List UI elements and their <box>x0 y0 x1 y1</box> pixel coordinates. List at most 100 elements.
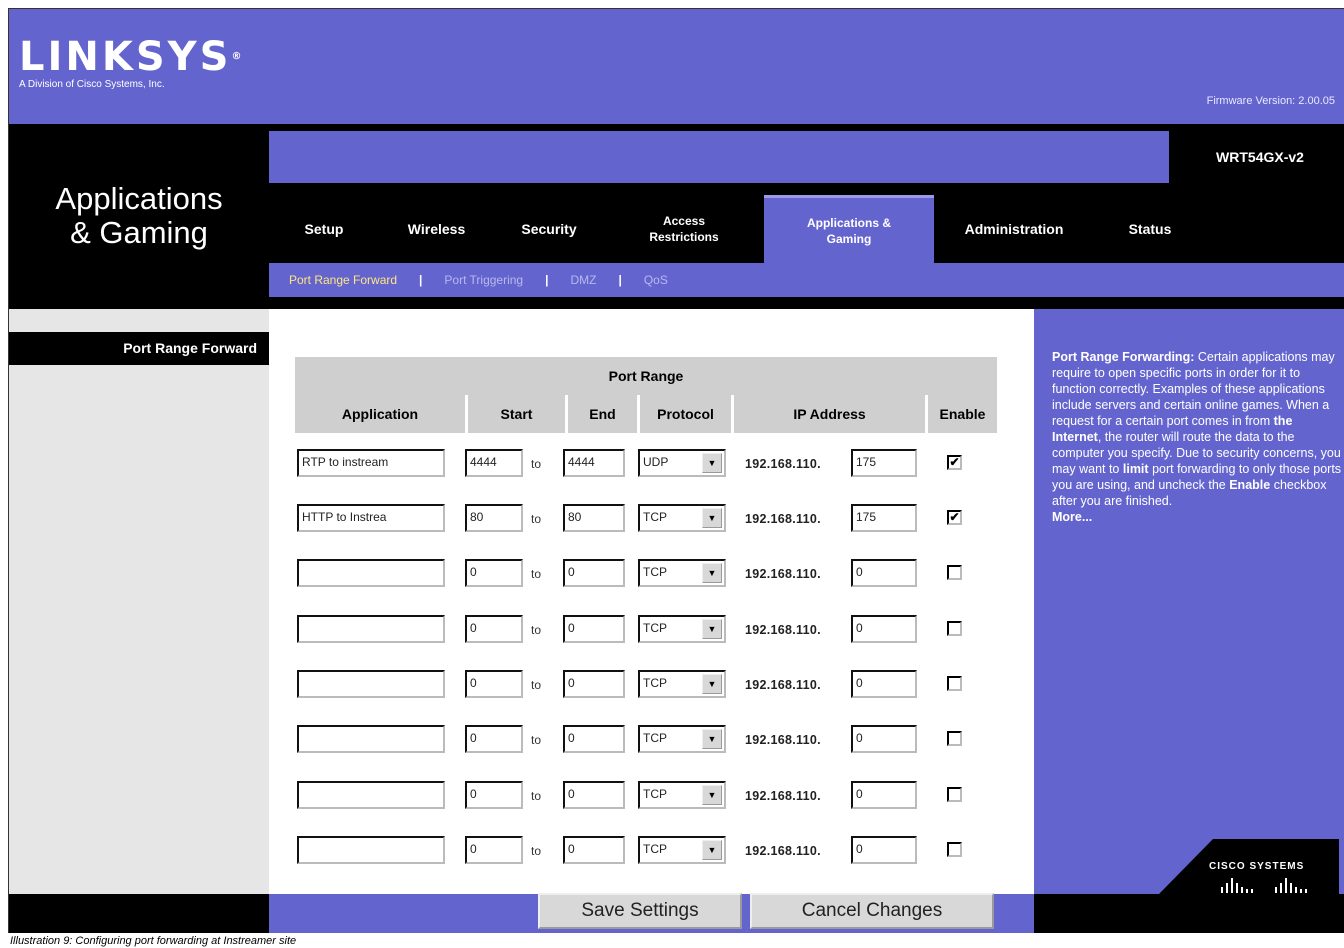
ip-last-octet-input[interactable]: 0 <box>851 781 917 809</box>
end-port-input[interactable]: 80 <box>563 504 625 532</box>
chevron-down-icon[interactable]: ▼ <box>702 674 722 694</box>
protocol-select[interactable]: TCP ▼ <box>638 670 726 698</box>
model-bar <box>269 131 1169 183</box>
ip-prefix: 192.168.110. <box>745 733 821 747</box>
ip-last-octet-input[interactable]: 0 <box>851 559 917 587</box>
enable-checkbox[interactable] <box>947 731 962 746</box>
tab-status[interactable]: Status <box>1094 195 1206 263</box>
protocol-select[interactable]: TCP ▼ <box>638 615 726 643</box>
figure-caption: Illustration 9: Configuring port forward… <box>10 935 297 947</box>
model-name: WRT54GX-v2 <box>1175 131 1344 183</box>
enable-checkbox[interactable] <box>947 565 962 580</box>
end-port-input[interactable]: 0 <box>563 836 625 864</box>
application-name-input[interactable]: HTTP to Instrea <box>297 504 445 532</box>
enable-checkbox[interactable] <box>947 787 962 802</box>
subnav-separator: | <box>618 273 622 287</box>
application-name-input[interactable] <box>297 781 445 809</box>
end-port-input[interactable]: 0 <box>563 615 625 643</box>
enable-checkbox[interactable]: ✔ <box>947 455 962 470</box>
chevron-down-icon[interactable]: ▼ <box>702 729 722 749</box>
enable-checkbox[interactable] <box>947 621 962 636</box>
protocol-select[interactable]: TCP ▼ <box>638 725 726 753</box>
cisco-bridge-icon <box>1221 878 1307 893</box>
ip-prefix: 192.168.110. <box>745 512 821 526</box>
application-name-input[interactable] <box>297 559 445 587</box>
ip-last-octet-input[interactable]: 0 <box>851 615 917 643</box>
chevron-down-icon[interactable]: ▼ <box>702 508 722 528</box>
ip-last-octet-input[interactable]: 0 <box>851 725 917 753</box>
chevron-down-icon[interactable]: ▼ <box>702 563 722 583</box>
top-header: LINKSYS® A Division of Cisco Systems, In… <box>9 9 1344 124</box>
start-port-input[interactable]: 0 <box>465 615 523 643</box>
tab-access-restrictions[interactable]: Access Restrictions <box>604 195 764 263</box>
end-port-input[interactable]: 0 <box>563 670 625 698</box>
ip-last-octet-input[interactable]: 175 <box>851 504 917 532</box>
start-port-input[interactable]: 0 <box>465 836 523 864</box>
protocol-select[interactable]: TCP ▼ <box>638 559 726 587</box>
end-port-input[interactable]: 0 <box>563 725 625 753</box>
to-label: to <box>531 512 542 526</box>
enable-checkbox[interactable] <box>947 676 962 691</box>
main-tabs: Setup Wireless Security Access Restrictio… <box>269 195 1344 263</box>
start-port-input[interactable]: 0 <box>465 725 523 753</box>
col-start: Start <box>465 395 565 433</box>
table-row: 0 to 0 TCP ▼ 192.168.110. 0 <box>295 723 997 759</box>
application-name-input[interactable] <box>297 615 445 643</box>
cancel-changes-button[interactable]: Cancel Changes <box>750 893 994 929</box>
sidebar-heading: Port Range Forward <box>9 332 269 365</box>
to-label: to <box>531 457 542 471</box>
logo-wordmark: LINKSYS <box>19 34 232 80</box>
tab-wireless[interactable]: Wireless <box>379 195 494 263</box>
application-name-input[interactable]: RTP to instream <box>297 449 445 477</box>
table-column-headers: Application Start End Protocol IP Addres… <box>295 395 997 433</box>
start-port-input[interactable]: 0 <box>465 670 523 698</box>
tab-administration[interactable]: Administration <box>934 195 1094 263</box>
col-application: Application <box>295 395 465 433</box>
save-settings-button[interactable]: Save Settings <box>538 893 742 929</box>
subtab-dmz[interactable]: DMZ <box>570 273 596 287</box>
col-end: End <box>565 395 637 433</box>
ip-prefix: 192.168.110. <box>745 457 821 471</box>
table-row: 0 to 0 TCP ▼ 192.168.110. 0 <box>295 668 997 704</box>
ip-last-octet-input[interactable]: 0 <box>851 670 917 698</box>
help-limit: limit <box>1122 462 1149 476</box>
application-name-input[interactable] <box>297 836 445 864</box>
start-port-input[interactable]: 0 <box>465 781 523 809</box>
tab-setup[interactable]: Setup <box>269 195 379 263</box>
protocol-value: TCP <box>643 510 667 524</box>
table-row: 0 to 0 TCP ▼ 192.168.110. 0 <box>295 557 997 593</box>
protocol-select[interactable]: TCP ▼ <box>638 781 726 809</box>
footer-right <box>1034 894 1344 933</box>
application-name-input[interactable] <box>297 725 445 753</box>
col-enable: Enable <box>925 395 997 433</box>
chevron-down-icon[interactable]: ▼ <box>702 453 722 473</box>
protocol-select[interactable]: TCP ▼ <box>638 504 726 532</box>
start-port-input[interactable]: 80 <box>465 504 523 532</box>
application-name-input[interactable] <box>297 670 445 698</box>
tab-security[interactable]: Security <box>494 195 604 263</box>
protocol-select[interactable]: UDP ▼ <box>638 449 726 477</box>
ip-prefix: 192.168.110. <box>745 678 821 692</box>
subtab-port-range-forward[interactable]: Port Range Forward <box>289 273 397 287</box>
chevron-down-icon[interactable]: ▼ <box>702 619 722 639</box>
col-ip-address: IP Address <box>731 395 925 433</box>
subtab-qos[interactable]: QoS <box>644 273 668 287</box>
subtab-port-triggering[interactable]: Port Triggering <box>444 273 523 287</box>
chevron-down-icon[interactable]: ▼ <box>702 785 722 805</box>
end-port-input[interactable]: 4444 <box>563 449 625 477</box>
tab-applications-gaming[interactable]: Applications & Gaming <box>764 195 934 263</box>
chevron-down-icon[interactable]: ▼ <box>702 840 722 860</box>
end-port-input[interactable]: 0 <box>563 559 625 587</box>
ip-last-octet-input[interactable]: 175 <box>851 449 917 477</box>
start-port-input[interactable]: 0 <box>465 559 523 587</box>
enable-checkbox[interactable]: ✔ <box>947 510 962 525</box>
start-port-input[interactable]: 4444 <box>465 449 523 477</box>
table-row: HTTP to Instrea 80 to 80 TCP ▼ 192.168.110. 175… <box>295 502 997 538</box>
protocol-select[interactable]: TCP ▼ <box>638 836 726 864</box>
port-range-table: Port Range Application Start End Protoco… <box>295 357 997 433</box>
more-link[interactable]: More... <box>1052 510 1092 524</box>
end-port-input[interactable]: 0 <box>563 781 625 809</box>
ip-last-octet-input[interactable]: 0 <box>851 836 917 864</box>
logo-subtitle: A Division of Cisco Systems, Inc. <box>19 79 165 90</box>
enable-checkbox[interactable] <box>947 842 962 857</box>
